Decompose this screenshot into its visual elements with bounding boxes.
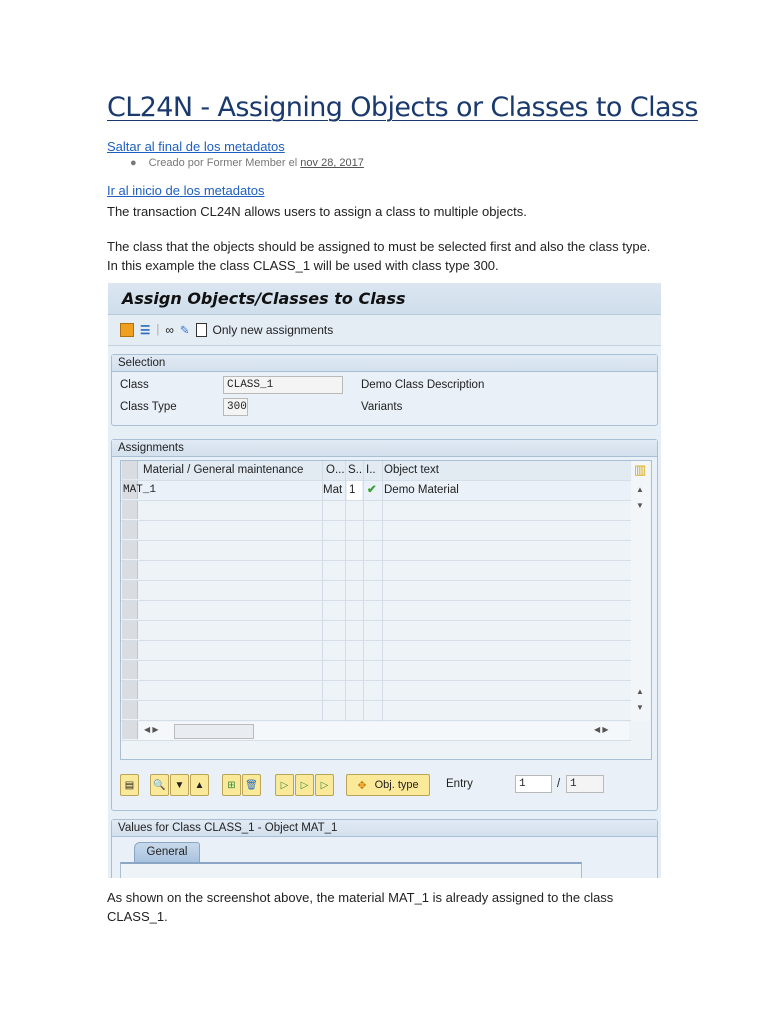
previous-entry-button[interactable]: ▷ — [295, 774, 314, 796]
list-icon[interactable]: ☰ — [140, 323, 150, 337]
table-row[interactable] — [121, 601, 631, 621]
column-indicator[interactable]: I.. — [366, 464, 376, 476]
next-entry-button[interactable]: ▷ — [315, 774, 334, 796]
status-value: 1 — [349, 484, 356, 496]
assignments-group: Assignments Material / General maintenan… — [111, 439, 658, 811]
find-button[interactable]: 🔍 — [150, 774, 169, 796]
class-type-description: Variants — [361, 401, 403, 413]
row-selector[interactable] — [122, 541, 138, 559]
scroll-up-icon[interactable]: ▲ — [636, 687, 644, 696]
paragraph: The transaction CL24N allows users to as… — [107, 204, 527, 219]
check-icon: ✔ — [367, 484, 377, 496]
display-change-icon[interactable]: ∞ — [165, 323, 174, 337]
entry-total: 1 — [566, 775, 604, 793]
entry-separator: / — [557, 778, 561, 790]
object-type-cell: Mat — [323, 484, 343, 496]
find-next-button[interactable]: ▼ — [170, 774, 189, 796]
created-by: Creado por Former Member el — [148, 157, 298, 169]
go-to-start-link[interactable]: Ir al inicio de los metadatos — [107, 183, 265, 198]
table-row[interactable] — [121, 681, 631, 701]
sap-screenshot: Assign Objects/Classes to Class ☰ | ∞ ✎ … — [108, 283, 661, 878]
created-date[interactable]: nov 28, 2017 — [300, 157, 364, 169]
table-row[interactable] — [121, 521, 631, 541]
entry-label: Entry — [446, 778, 473, 790]
only-new-assignments-button[interactable]: Only new assignments — [213, 323, 334, 337]
find-prev-button[interactable]: ▲ — [190, 774, 209, 796]
selection-header: Selection — [112, 355, 657, 372]
tab-content — [120, 862, 582, 878]
page-title: CL24N - Assigning Objects or Classes to … — [107, 92, 698, 123]
table-row[interactable] — [121, 621, 631, 641]
assignments-toolbar: ▤ 🔍 ▼ ▲ ⊞ 🗑 ▷ ▷ ▷ ✥ Obj. type Entry 1 / 1 — [120, 774, 650, 796]
obj-type-button[interactable]: ✥ Obj. type — [346, 774, 430, 796]
values-group: Values for Class CLASS_1 - Object MAT_1 … — [111, 819, 658, 878]
object-text-cell: Demo Material — [384, 484, 459, 496]
row-selector[interactable] — [122, 581, 138, 599]
scroll-up-icon[interactable]: ▲ — [636, 485, 644, 494]
vertical-scrollbar[interactable]: ▥ ▲ ▼ ▲ ▼ — [631, 461, 650, 721]
class-type-label: Class Type — [120, 401, 177, 413]
created-info: ● Creado por Former Member el nov 28, 201… — [130, 157, 364, 169]
row-selector[interactable] — [122, 501, 138, 519]
assignments-header: Assignments — [112, 440, 657, 457]
column-status[interactable]: S.. — [348, 464, 362, 476]
sap-toolbar: ☰ | ∞ ✎ Only new assignments — [108, 315, 661, 346]
scroll-thumb[interactable] — [174, 724, 254, 739]
row-selector[interactable] — [122, 721, 138, 739]
values-header: Values for Class CLASS_1 - Object MAT_1 — [112, 820, 657, 837]
column-settings-icon[interactable]: ▥ — [634, 462, 646, 478]
skip-to-end-link[interactable]: Saltar al final de los metadatos — [107, 139, 285, 154]
paragraph: As shown on the screenshot above, the ma… — [107, 890, 614, 905]
table-row[interactable] — [121, 581, 631, 601]
row-selector[interactable] — [122, 681, 138, 699]
copy-icon[interactable] — [120, 323, 134, 337]
paragraph: In this example the class CLASS_1 will b… — [107, 258, 499, 273]
scroll-down-icon[interactable]: ▼ — [636, 501, 644, 510]
material-cell[interactable]: MAT_1 — [123, 484, 156, 496]
row-selector[interactable] — [122, 701, 138, 719]
tab-general[interactable]: General — [134, 842, 200, 862]
paragraph: The class that the objects should be ass… — [107, 239, 651, 254]
class-description: Demo Class Description — [361, 379, 485, 391]
details-button[interactable]: ▤ — [120, 774, 139, 796]
first-entry-button[interactable]: ▷ — [275, 774, 294, 796]
scroll-right-icon[interactable]: ◀ ▶ — [594, 725, 609, 734]
row-selector[interactable] — [122, 621, 138, 639]
pencil-icon[interactable]: ✎ — [180, 323, 190, 337]
separator: | — [156, 324, 160, 336]
column-object-text[interactable]: Object text — [384, 464, 439, 476]
document-icon[interactable] — [195, 323, 207, 337]
paragraph: CLASS_1. — [107, 909, 168, 924]
column-material[interactable]: Material / General maintenance — [143, 464, 303, 476]
table-row[interactable] — [121, 701, 631, 721]
selection-group: Selection Class CLASS_1 Demo Class Descr… — [111, 354, 658, 426]
table-row[interactable] — [121, 501, 631, 521]
obj-type-label: Obj. type — [374, 779, 419, 791]
hierarchy-icon: ✥ — [357, 779, 367, 792]
assignments-table: Material / General maintenance O... S.. … — [120, 460, 652, 760]
table-row[interactable] — [121, 661, 631, 681]
bullet: ● — [130, 157, 137, 169]
row-selector[interactable] — [122, 521, 138, 539]
table-row[interactable] — [121, 641, 631, 661]
delete-row-button[interactable]: 🗑 — [242, 774, 261, 796]
column-object-type[interactable]: O... — [326, 464, 345, 476]
row-selector[interactable] — [122, 561, 138, 579]
scroll-down-icon[interactable]: ▼ — [636, 703, 644, 712]
table-row[interactable] — [121, 561, 631, 581]
row-selector[interactable] — [122, 601, 138, 619]
class-input[interactable]: CLASS_1 — [223, 376, 343, 394]
select-all[interactable] — [122, 461, 138, 479]
class-label: Class — [120, 379, 149, 391]
sap-title: Assign Objects/Classes to Class — [108, 283, 661, 315]
horizontal-scrollbar[interactable]: ◀ ▶ ◀ ▶ — [139, 722, 629, 740]
table-row[interactable] — [121, 541, 631, 561]
insert-row-button[interactable]: ⊞ — [222, 774, 241, 796]
row-selector[interactable] — [122, 661, 138, 679]
scroll-left-icon[interactable]: ◀ ▶ — [144, 725, 159, 734]
class-type-input[interactable]: 300 — [223, 398, 248, 416]
table-header: Material / General maintenance O... S.. … — [121, 461, 631, 481]
row-selector[interactable] — [122, 641, 138, 659]
entry-input[interactable]: 1 — [515, 775, 552, 793]
